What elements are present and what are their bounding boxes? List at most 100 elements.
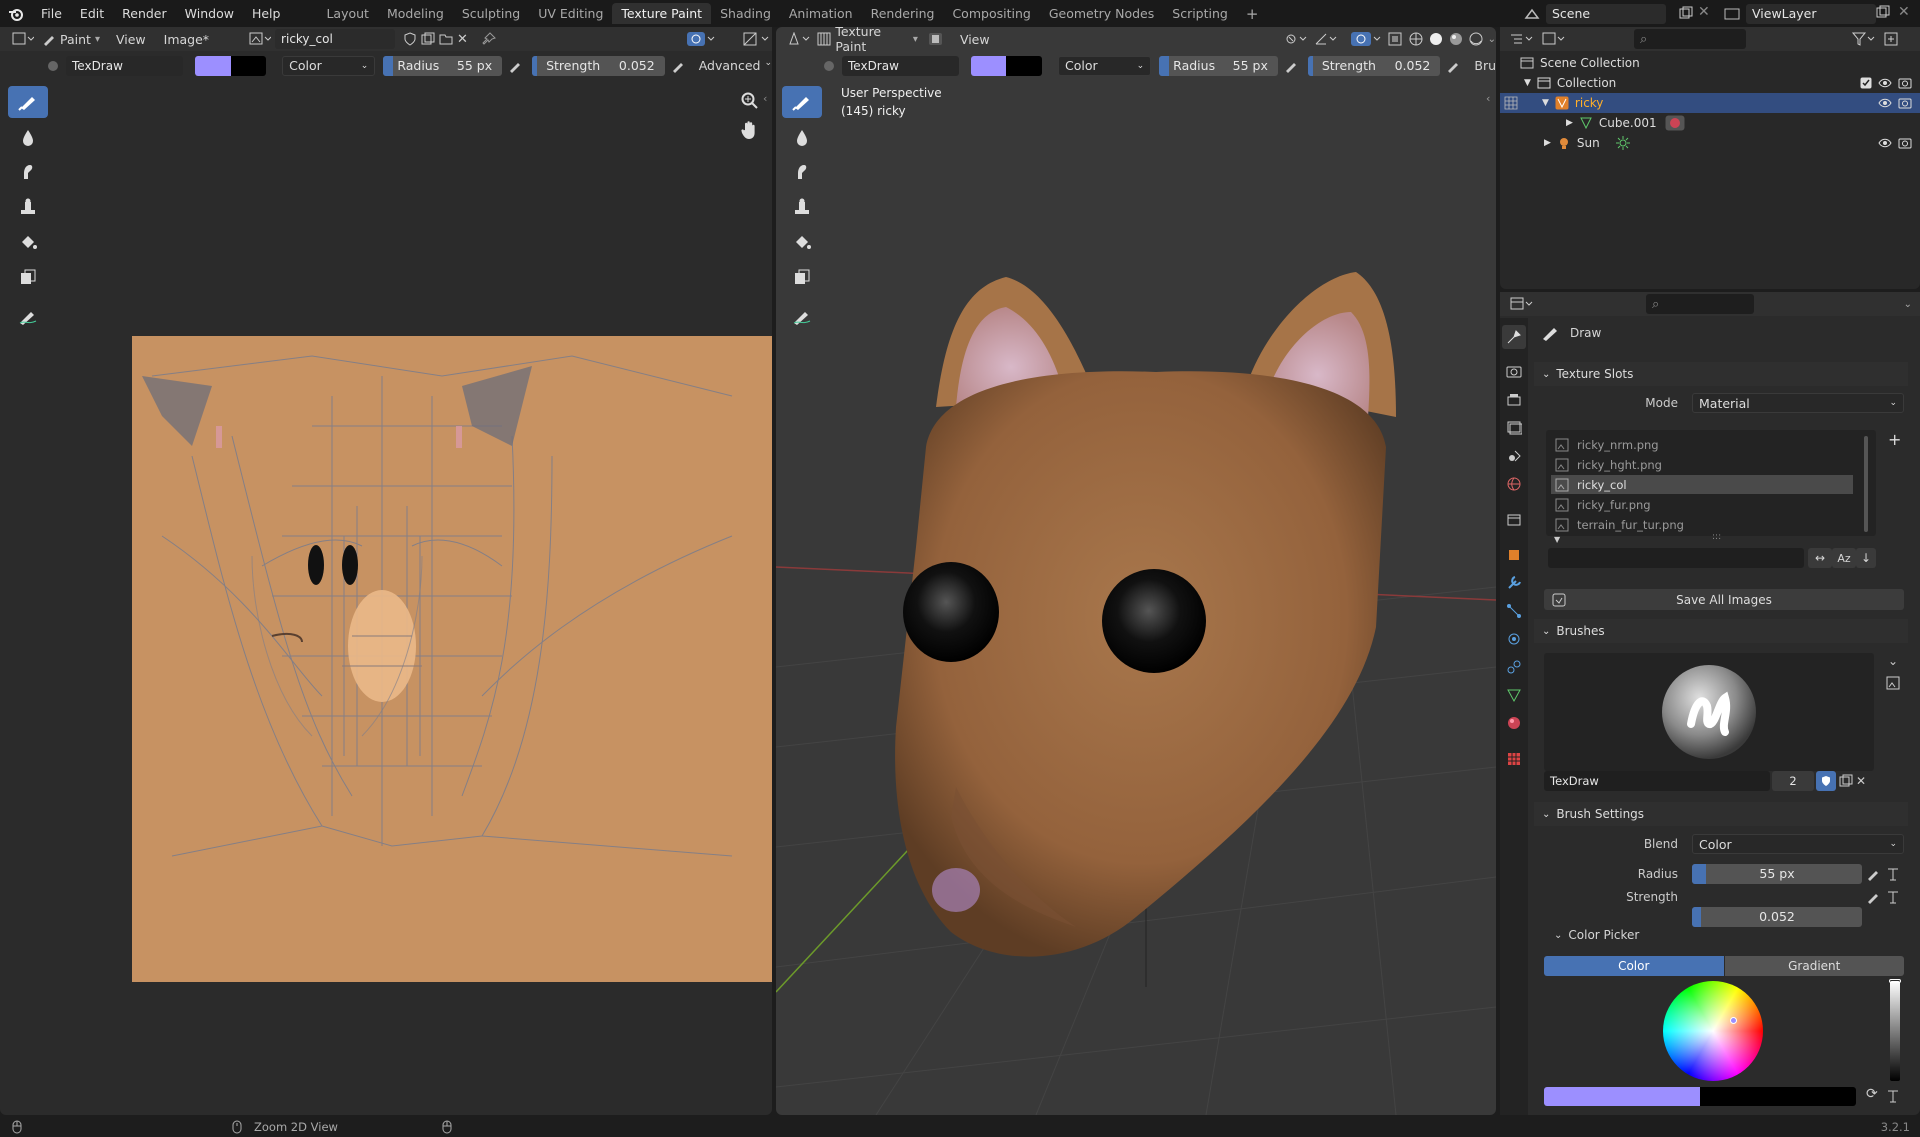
slot-list-expand-icon[interactable]: ▼ — [1554, 535, 1560, 544]
ricky-render-icon[interactable] — [1898, 97, 1912, 109]
remove-viewlayer-icon[interactable]: ✕ — [1898, 4, 1910, 20]
slot-list-scrollbar[interactable] — [1864, 436, 1868, 532]
texture-slot-4[interactable]: terrain_fur_tur.png — [1551, 515, 1853, 534]
fill-tool-button[interactable] — [8, 226, 48, 258]
brush-strength-pressure-icon[interactable] — [1866, 890, 1880, 904]
shading-material-icon[interactable] — [1448, 31, 1464, 47]
save-all-images-button[interactable]: Save All Images — [1544, 589, 1904, 610]
modifier-tab-icon[interactable] — [1502, 571, 1526, 595]
viewport-blend-dropdown[interactable]: Color ⌄ — [1058, 55, 1152, 76]
unified-color-icon[interactable] — [1886, 1089, 1900, 1103]
outliner-row-sun[interactable]: ▶ Sun — [1500, 133, 1920, 153]
menu-render[interactable]: Render — [113, 6, 176, 21]
scene-tab-icon[interactable] — [1502, 444, 1526, 468]
ricky-expand-icon[interactable]: ▼ — [1542, 98, 1549, 108]
sun-eye-icon[interactable] — [1878, 137, 1892, 149]
pin-icon[interactable] — [482, 32, 496, 46]
secondary-color-swatch[interactable] — [230, 55, 267, 76]
radius-slider[interactable]: Radius 55 px — [383, 55, 503, 76]
blend-dropdown[interactable]: Color ⌄ — [282, 55, 376, 76]
material-tab-icon[interactable] — [1502, 711, 1526, 735]
slot-list-resize-handle[interactable]: ::: — [1712, 532, 1721, 542]
output-tab-icon[interactable] — [1502, 388, 1526, 412]
brush-duplicate-icon[interactable] — [1836, 771, 1856, 791]
new-image-icon[interactable] — [421, 32, 435, 46]
tab-layout[interactable]: Layout — [317, 3, 378, 24]
texture-slots-panel-header[interactable]: ⌄ Texture Slots — [1534, 362, 1908, 386]
collection-expand-icon[interactable]: ▼ — [1524, 78, 1531, 88]
overlays-icon[interactable] — [1350, 31, 1384, 47]
copy-viewlayer-icon[interactable] — [1876, 5, 1890, 19]
tab-geometry-nodes[interactable]: Geometry Nodes — [1040, 3, 1163, 24]
add-slot-icon[interactable]: + — [1888, 430, 1901, 449]
outliner-search-input[interactable]: ⌕ — [1634, 29, 1746, 49]
smear-tool-button[interactable] — [8, 156, 48, 188]
outliner-editor-type-icon[interactable] — [1510, 32, 1534, 46]
image-name-field[interactable]: ricky_col — [275, 29, 396, 49]
properties-editor-type-icon[interactable] — [1510, 297, 1534, 311]
display-channels-icon[interactable] — [742, 31, 772, 47]
color-picker-subpanel-header[interactable]: ⌄ Color Picker — [1548, 924, 1888, 946]
image-browse-icon[interactable] — [249, 32, 272, 46]
collection-tab-icon[interactable] — [1502, 508, 1526, 532]
viewport-view-menu[interactable]: View — [960, 32, 990, 47]
tool-tab-icon[interactable] — [1502, 325, 1526, 349]
outliner-row-ricky[interactable]: ▼ ricky — [1500, 93, 1920, 113]
sort-alpha-button[interactable]: Az — [1832, 548, 1856, 568]
viewport-area[interactable] — [776, 27, 1496, 1115]
viewport-strength-pressure-icon[interactable] — [1446, 59, 1460, 73]
brush-radius-pressure-icon[interactable] — [1866, 867, 1880, 881]
draw-tool-button[interactable] — [8, 86, 48, 118]
strength-pressure-icon[interactable] — [671, 59, 685, 73]
tab-scripting[interactable]: Scripting — [1163, 3, 1237, 24]
mode-dropdown[interactable]: Material ⌄ — [1692, 393, 1904, 413]
outliner-row-collection[interactable]: ▼ Collection — [1500, 73, 1920, 93]
particles-tab-icon[interactable] — [1502, 599, 1526, 623]
viewport-annotate-tool-button[interactable] — [782, 300, 822, 332]
render-tab-icon[interactable] — [1502, 360, 1526, 384]
cube-expand-icon[interactable]: ▶ — [1566, 118, 1573, 128]
brush-name-input[interactable]: TexDraw — [1544, 771, 1770, 791]
mode-dropdown[interactable]: Paint — [60, 32, 91, 47]
xray-icon[interactable] — [1388, 32, 1404, 46]
display-mode-icon[interactable] — [1542, 32, 1566, 46]
viewport-brush-name-field[interactable]: TexDraw — [842, 55, 959, 76]
viewport-soften-tool-button[interactable] — [782, 121, 822, 153]
sidebar-toggle-icon[interactable]: ‹ — [763, 92, 767, 105]
ricky-mode-icon[interactable] — [1504, 96, 1518, 110]
uv-texture-canvas[interactable] — [132, 336, 772, 982]
viewport-mode-dropdown[interactable]: Texture Paint — [835, 24, 909, 54]
strength-slider[interactable]: Strength 0.052 — [532, 55, 665, 76]
value-slider-vertical[interactable] — [1889, 979, 1901, 1081]
view-layer-tab-icon[interactable] — [1502, 416, 1526, 440]
radius-pressure-icon[interactable] — [508, 59, 522, 73]
view-menu[interactable]: View — [116, 32, 146, 47]
shading-wireframe-icon[interactable] — [1408, 31, 1424, 47]
zoom-icon[interactable] — [740, 91, 758, 109]
sort-reverse-icon[interactable]: ↓ — [1856, 548, 1876, 568]
fake-user-icon[interactable] — [403, 32, 417, 46]
advanced-dropdown[interactable]: Advanced ⌄ — [699, 58, 772, 73]
tab-sculpting[interactable]: Sculpting — [453, 3, 529, 24]
mask-tool-button[interactable] — [8, 261, 48, 293]
texture-slot-0[interactable]: ricky_nrm.png — [1551, 435, 1853, 454]
color-wheel-cursor[interactable] — [1730, 1017, 1737, 1024]
tab-gradient[interactable]: Gradient — [1724, 956, 1904, 976]
viewport-clone-tool-button[interactable] — [782, 191, 822, 223]
constraints-tab-icon[interactable] — [1502, 655, 1526, 679]
texture-slot-2[interactable]: ricky_col — [1551, 475, 1853, 494]
texture-slot-3[interactable]: ricky_fur.png — [1551, 495, 1853, 514]
viewlayer-name-field[interactable]: ViewLayer — [1746, 3, 1876, 24]
tab-texture-paint[interactable]: Texture Paint — [612, 3, 712, 24]
tab-rendering[interactable]: Rendering — [862, 3, 944, 24]
editor-type-icon[interactable] — [8, 32, 38, 46]
collection-render-icon[interactable] — [1898, 77, 1912, 89]
physics-tab-icon[interactable] — [1502, 627, 1526, 651]
image-menu[interactable]: Image* — [164, 32, 209, 47]
sun-expand-icon[interactable]: ▶ — [1544, 138, 1551, 148]
menu-edit[interactable]: Edit — [71, 6, 113, 21]
viewport-sidebar-toggle-icon[interactable]: ‹ — [1486, 92, 1490, 105]
viewport-secondary-color-swatch[interactable] — [1006, 55, 1043, 76]
brush-strength-unit-icon[interactable] — [1886, 890, 1900, 904]
brush-radius-slider[interactable]: 55 px — [1692, 864, 1862, 884]
